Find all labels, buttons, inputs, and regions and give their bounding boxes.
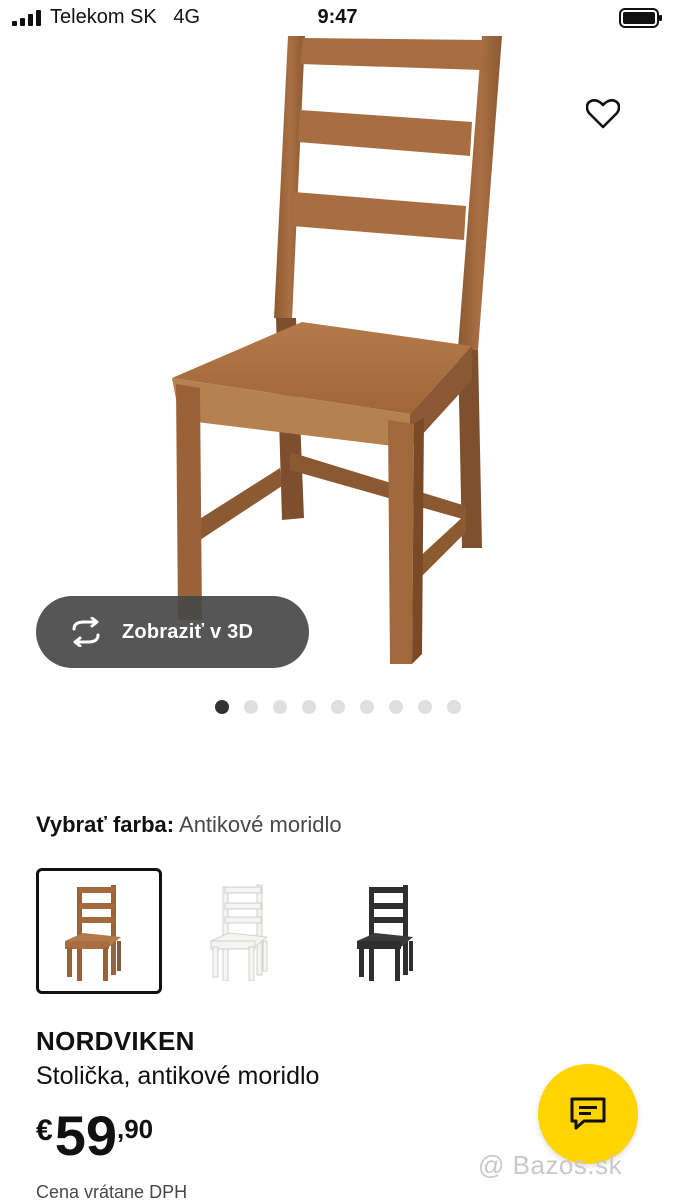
carousel-dot[interactable] bbox=[388, 700, 403, 714]
price-decimal: 90 bbox=[124, 1114, 154, 1144]
status-bar: Telekom SK 4G 9:47 bbox=[0, 0, 675, 36]
carousel-dot[interactable] bbox=[359, 700, 374, 714]
heart-icon bbox=[586, 99, 620, 129]
product-price: € 59 , 90 bbox=[36, 1108, 153, 1168]
chair-thumbnail-brown bbox=[65, 885, 121, 981]
carousel-dot[interactable] bbox=[446, 700, 461, 714]
image-carousel-dots bbox=[0, 700, 675, 716]
color-value: Antikové moridlo bbox=[179, 812, 342, 837]
chair-image bbox=[172, 36, 502, 664]
battery-icon bbox=[619, 8, 662, 28]
tax-note: Cena vrátane DPH bbox=[36, 1182, 188, 1200]
chair-thumbnail-black bbox=[357, 885, 413, 981]
wishlist-heart-button[interactable] bbox=[583, 94, 623, 134]
color-swatches bbox=[36, 868, 474, 994]
status-time: 9:47 bbox=[317, 6, 358, 28]
swatch-black[interactable] bbox=[328, 868, 454, 994]
view-in-3d-label: Zobraziť v 3D bbox=[122, 620, 254, 643]
swatch-antique-stain[interactable] bbox=[36, 868, 162, 994]
bazos-watermark: @ Bazos.sk bbox=[478, 1150, 623, 1180]
color-selection-label: Vybrať farba: Antikové moridlo bbox=[36, 812, 342, 838]
price-whole: 59 bbox=[54, 1104, 117, 1167]
carousel-dot[interactable] bbox=[330, 700, 345, 714]
carousel-dot[interactable] bbox=[417, 700, 432, 714]
product-image[interactable]: Zobraziť v 3D bbox=[0, 36, 675, 676]
swatch-white[interactable] bbox=[182, 868, 308, 994]
carousel-dot[interactable] bbox=[272, 700, 287, 714]
carousel-dot[interactable] bbox=[214, 700, 229, 714]
product-description: Stolička, antikové moridlo bbox=[36, 1062, 320, 1090]
chat-button[interactable] bbox=[538, 1064, 638, 1164]
chat-bubble-icon bbox=[570, 1097, 606, 1130]
price-currency: € bbox=[36, 1114, 53, 1147]
product-name: NORDVIKEN bbox=[36, 1026, 195, 1056]
color-label: Vybrať farba: bbox=[36, 812, 175, 837]
carousel-dot[interactable] bbox=[243, 700, 258, 714]
chair-thumbnail-white bbox=[209, 884, 268, 981]
rotate-3d-icon bbox=[72, 617, 100, 647]
view-in-3d-button[interactable]: Zobraziť v 3D bbox=[36, 596, 309, 668]
price-separator: , bbox=[116, 1114, 125, 1144]
carousel-dot[interactable] bbox=[301, 700, 316, 714]
